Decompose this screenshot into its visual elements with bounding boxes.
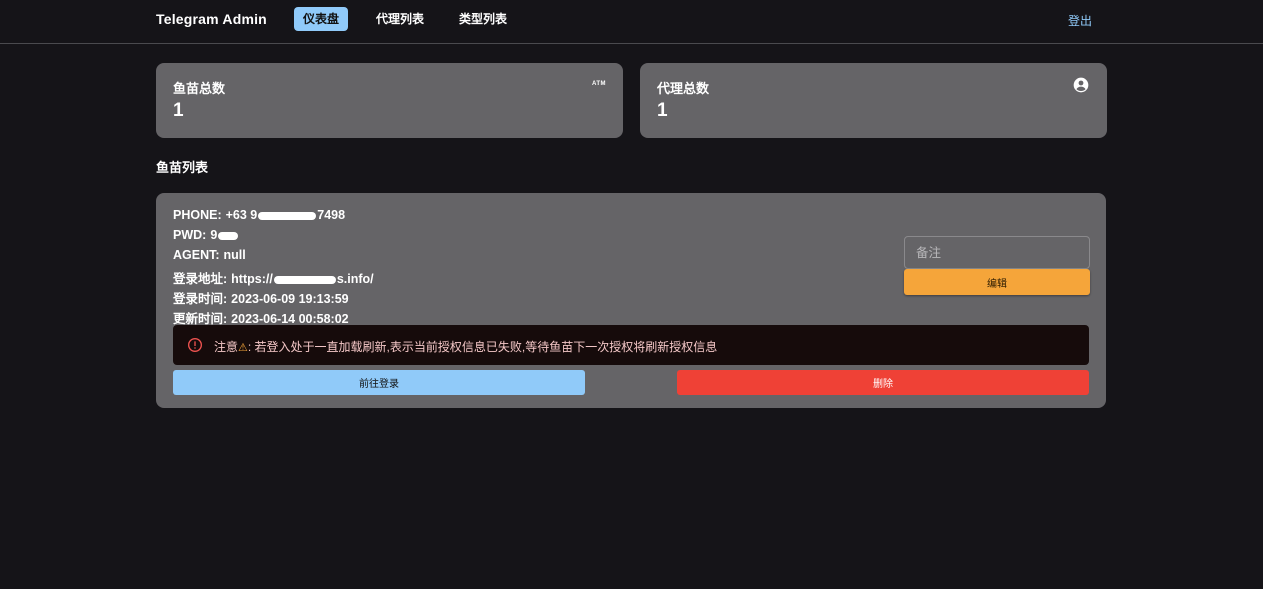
edit-button[interactable]: 编辑 <box>904 269 1090 295</box>
pwd-label: PWD: <box>173 228 207 242</box>
phone-value-end: 7498 <box>317 208 346 222</box>
redaction-mark <box>218 231 239 240</box>
atm-icon: ATM <box>591 81 606 87</box>
error-outline-icon <box>188 338 202 352</box>
top-navbar: Telegram Admin 仪表盘 代理列表 类型列表 登出 <box>0 0 1263 44</box>
stat-card-agent-total: 代理总数 1 <box>640 63 1107 138</box>
phone-value-start: +63 9 <box>225 208 258 222</box>
redaction-mark <box>258 211 317 220</box>
stat-label: 鱼苗总数 <box>173 81 226 96</box>
update-time-label: 更新时间: <box>173 312 228 326</box>
stat-value: 1 <box>657 100 668 121</box>
alert-message: 注意⚠: 若登入处于一直加载刷新,表示当前授权信息已失败,等待鱼苗下一次授权将刷… <box>214 338 717 355</box>
account-circle-icon <box>1073 77 1089 93</box>
redaction-mark <box>273 275 336 284</box>
app-brand: Telegram Admin <box>156 11 267 27</box>
login-time-line: 登录时间: 2023-06-09 19:13:59 <box>173 288 349 307</box>
fish-item-card: PHONE: +63 9 7498 PWD: 9 AGENT: null 登录地址: ht… <box>156 193 1106 408</box>
stat-value: 1 <box>173 100 184 121</box>
goto-login-button[interactable]: 前往登录 <box>173 370 585 395</box>
login-time-value: 2023-06-09 19:13:59 <box>231 292 349 306</box>
warning-icon: ⚠ <box>238 342 248 354</box>
phone-label: PHONE: <box>173 208 222 222</box>
stat-card-fish-total: 鱼苗总数 1 ATM <box>156 63 623 138</box>
nav-agent-list[interactable]: 代理列表 <box>367 7 433 31</box>
agent-value: null <box>223 248 246 262</box>
note-input[interactable] <box>904 236 1090 269</box>
login-url-line: 登录地址: https:// s.info/ <box>173 268 374 287</box>
alert-body: : 若登入处于一直加载刷新,表示当前授权信息已失败,等待鱼苗下一次授权将刷新授权… <box>247 340 718 354</box>
pwd-line: PWD: 9 <box>173 228 239 242</box>
stat-label: 代理总数 <box>657 81 710 96</box>
section-title: 鱼苗列表 <box>156 160 209 175</box>
login-time-label: 登录时间: <box>173 292 228 306</box>
update-time-value: 2023-06-14 00:58:02 <box>231 312 349 326</box>
login-url-start: https:// <box>231 272 273 286</box>
delete-button[interactable]: 删除 <box>677 370 1089 395</box>
logout-link[interactable]: 登出 <box>1068 12 1092 29</box>
login-url-label: 登录地址: <box>173 272 228 286</box>
pwd-value-start: 9 <box>210 228 218 242</box>
login-url-end: s.info/ <box>336 272 374 286</box>
alert-prefix: 注意 <box>214 340 239 354</box>
nav-dashboard[interactable]: 仪表盘 <box>294 7 349 31</box>
agent-line: AGENT: null <box>173 248 246 262</box>
nav-type-list[interactable]: 类型列表 <box>450 7 516 31</box>
warning-alert: 注意⚠: 若登入处于一直加载刷新,表示当前授权信息已失败,等待鱼苗下一次授权将刷… <box>173 325 1089 365</box>
agent-label: AGENT: <box>173 248 220 262</box>
phone-line: PHONE: +63 9 7498 <box>173 208 345 222</box>
